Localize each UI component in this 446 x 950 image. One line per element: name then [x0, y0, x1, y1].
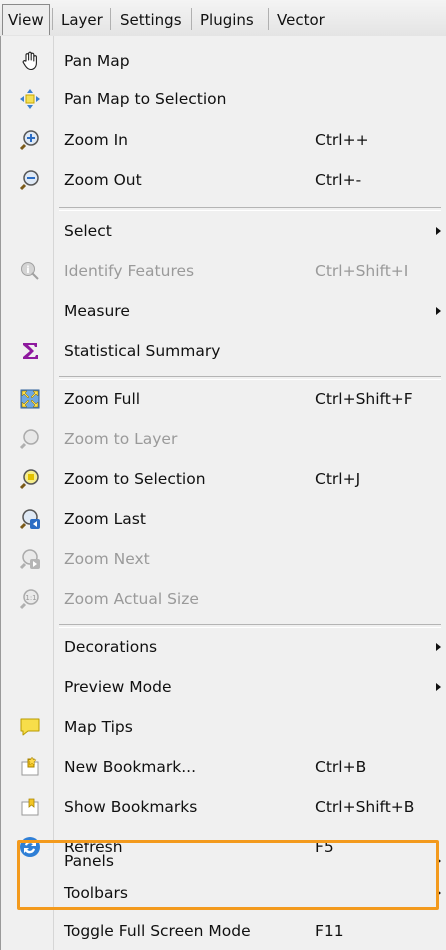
menu-separator	[59, 376, 441, 380]
show-bookmarks-icon	[19, 796, 41, 818]
panels-toolbars-highlight	[17, 840, 439, 910]
menu-item-label: Zoom Last	[64, 510, 146, 528]
zoom-last-icon	[19, 508, 41, 530]
menu-item-shortcut: Ctrl+Shift+I	[315, 262, 409, 280]
submenu-arrow-icon	[436, 643, 441, 651]
menu-item-zoom-in[interactable]: Zoom In Ctrl++	[9, 123, 441, 157]
menu-item-zoom-last[interactable]: Zoom Last	[9, 502, 441, 536]
submenu-arrow-icon	[436, 307, 441, 315]
menu-item-label: Zoom In	[64, 131, 129, 149]
menu-item-label: Zoom Next	[64, 550, 150, 568]
menu-separator	[59, 207, 441, 211]
zoom-next-icon	[19, 548, 41, 570]
identify-icon: i	[19, 260, 41, 282]
menu-item-preview-mode[interactable]: Preview Mode	[9, 670, 441, 704]
menu-item-label: Measure	[64, 302, 130, 320]
menu-item-label: Pan Map	[64, 52, 130, 70]
menu-plugins[interactable]: Plugins	[200, 9, 254, 31]
menu-item-label: Zoom to Selection	[64, 470, 206, 488]
menu-item-label: Identify Features	[64, 262, 195, 280]
menu-item-label: Show Bookmarks	[64, 798, 198, 816]
svg-text:1:1: 1:1	[25, 594, 36, 602]
submenu-arrow-icon	[436, 683, 441, 691]
menu-layer[interactable]: Layer	[61, 9, 103, 31]
menu-item-shortcut: Ctrl+-	[315, 171, 362, 189]
pan-hand-icon	[19, 50, 41, 72]
menu-item-identify-features[interactable]: i Identify Features Ctrl+Shift+I	[9, 254, 441, 288]
menu-item-label: Statistical Summary	[64, 342, 221, 360]
menu-item-pan-map-to-selection[interactable]: Pan Map to Selection	[9, 82, 441, 116]
menu-item-shortcut: Ctrl++	[315, 131, 369, 149]
menu-item-zoom-to-selection[interactable]: Zoom to Selection Ctrl+J	[9, 462, 441, 496]
menu-view[interactable]: View	[2, 4, 50, 35]
menu-vector[interactable]: Vector	[277, 9, 325, 31]
menu-item-pan-map[interactable]: Pan Map	[9, 44, 441, 78]
menubar-separator	[268, 8, 269, 30]
menubar-separator	[110, 8, 111, 30]
menu-item-label: Preview Mode	[64, 678, 172, 696]
menu-item-shortcut: F11	[315, 922, 344, 940]
menu-separator	[59, 624, 441, 628]
zoom-actual-icon: 1:1	[19, 588, 41, 610]
menu-item-zoom-next[interactable]: Zoom Next	[9, 542, 441, 576]
menu-item-shortcut: Ctrl+Shift+F	[315, 390, 413, 408]
map-tips-icon	[19, 716, 41, 738]
view-menu-dropdown: Pan Map Pan Map to Selection Zoom In Ctr…	[0, 36, 446, 950]
menu-item-label: Zoom Actual Size	[64, 590, 199, 608]
menu-item-label: Decorations	[64, 638, 158, 656]
menu-item-statistical-summary[interactable]: Statistical Summary	[9, 334, 441, 368]
sigma-icon	[19, 340, 41, 362]
menu-item-zoom-out[interactable]: Zoom Out Ctrl+-	[9, 163, 441, 197]
menu-item-label: Zoom Full	[64, 390, 141, 408]
menu-item-decorations[interactable]: Decorations	[9, 630, 441, 664]
menubar-separator	[52, 8, 53, 30]
menubar-separator	[191, 8, 192, 30]
menu-item-label: Pan Map to Selection	[64, 90, 227, 108]
menu-item-select[interactable]: Select	[9, 214, 441, 248]
menu-item-zoom-to-layer[interactable]: Zoom to Layer	[9, 422, 441, 456]
menu-item-label: Zoom to Layer	[64, 430, 178, 448]
zoom-layer-icon	[19, 428, 41, 450]
zoom-selection-icon	[19, 468, 41, 490]
menu-item-zoom-full[interactable]: Zoom Full Ctrl+Shift+F	[9, 382, 441, 416]
menu-item-label: Select	[64, 222, 112, 240]
menu-item-new-bookmark[interactable]: New Bookmark... Ctrl+B	[9, 750, 441, 784]
menu-item-show-bookmarks[interactable]: Show Bookmarks Ctrl+Shift+B	[9, 790, 441, 824]
zoom-full-icon	[19, 388, 41, 410]
menu-item-label: Zoom Out	[64, 171, 142, 189]
zoom-in-icon	[19, 129, 41, 151]
pan-selection-icon	[19, 88, 41, 110]
menu-item-shortcut: Ctrl+B	[315, 758, 367, 776]
new-bookmark-icon	[19, 756, 41, 778]
menu-item-toggle-full-screen[interactable]: Toggle Full Screen Mode F11	[9, 914, 441, 948]
submenu-arrow-icon	[436, 227, 441, 235]
zoom-out-icon	[19, 169, 41, 191]
menu-bar: View Layer Settings Plugins Vector	[0, 0, 446, 37]
menu-settings[interactable]: Settings	[120, 9, 182, 31]
menu-item-zoom-actual-size[interactable]: 1:1 Zoom Actual Size	[9, 582, 441, 616]
menu-item-label: Map Tips	[64, 718, 133, 736]
menu-item-label: New Bookmark...	[64, 758, 197, 776]
menu-item-measure[interactable]: Measure	[9, 294, 441, 328]
menu-item-shortcut: Ctrl+Shift+B	[315, 798, 415, 816]
svg-text:i: i	[26, 265, 29, 276]
menu-item-map-tips[interactable]: Map Tips	[9, 710, 441, 744]
menu-item-label: Toggle Full Screen Mode	[64, 922, 251, 940]
menu-item-shortcut: Ctrl+J	[315, 470, 361, 488]
